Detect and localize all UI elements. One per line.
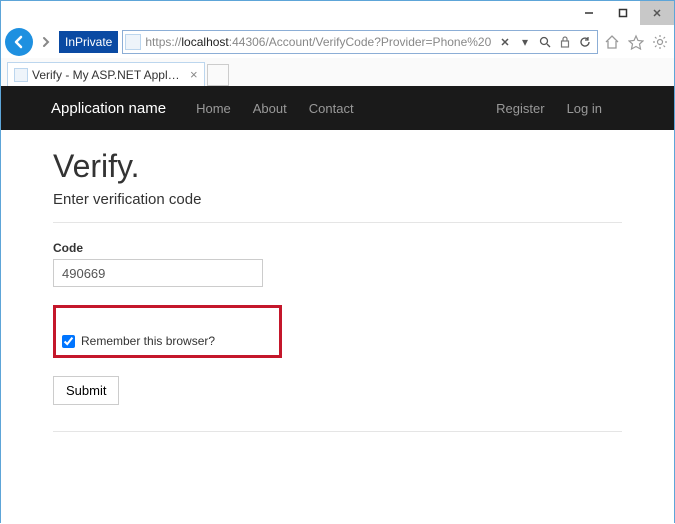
inprivate-badge: InPrivate [59, 31, 118, 53]
main-content: Verify. Enter verification code Code Rem… [1, 130, 674, 450]
settings-icon[interactable] [650, 32, 670, 52]
close-button[interactable] [640, 1, 674, 25]
back-button[interactable] [5, 28, 33, 56]
search-icon[interactable] [535, 36, 555, 48]
tab-title: Verify - My ASP.NET Applic... [32, 68, 182, 82]
refresh-icon[interactable] [575, 36, 595, 48]
window-titlebar [1, 1, 674, 26]
nav-home[interactable]: Home [196, 101, 231, 116]
page-subtitle: Enter verification code [53, 191, 622, 208]
stop-icon[interactable] [495, 37, 515, 47]
app-navbar: Application name Home About Contact Regi… [1, 86, 674, 130]
lock-icon[interactable] [555, 36, 575, 48]
nav-contact[interactable]: Contact [309, 101, 354, 116]
remember-highlight: Remember this browser? [53, 305, 282, 358]
minimize-button[interactable] [572, 1, 606, 25]
tab-close-icon[interactable]: × [190, 67, 198, 82]
tabs-bar: Verify - My ASP.NET Applic... × [1, 58, 674, 86]
remember-checkbox-row[interactable]: Remember this browser? [58, 330, 221, 352]
browser-tab[interactable]: Verify - My ASP.NET Applic... × [7, 62, 205, 86]
remember-checkbox[interactable] [62, 335, 75, 348]
tab-page-icon [14, 68, 28, 82]
divider [53, 222, 622, 223]
remember-label: Remember this browser? [81, 334, 215, 348]
code-input[interactable] [53, 259, 263, 287]
page-content: Application name Home About Contact Regi… [1, 86, 674, 524]
home-icon[interactable] [602, 32, 622, 52]
page-icon [125, 34, 141, 50]
forward-button[interactable] [37, 33, 55, 51]
brand[interactable]: Application name [51, 100, 166, 117]
nav-about[interactable]: About [253, 101, 287, 116]
nav-login[interactable]: Log in [567, 101, 602, 116]
page-title: Verify. [53, 148, 622, 185]
favorites-icon[interactable] [626, 32, 646, 52]
new-tab-button[interactable] [207, 64, 229, 86]
maximize-button[interactable] [606, 1, 640, 25]
code-label: Code [53, 241, 622, 255]
nav-register[interactable]: Register [496, 101, 544, 116]
url-field[interactable]: https://localhost:44306/Account/VerifyCo… [122, 30, 598, 54]
bottom-divider [53, 431, 622, 432]
submit-button[interactable]: Submit [53, 376, 119, 405]
address-bar: InPrivate https://localhost:44306/Accoun… [1, 26, 674, 58]
url-dropdown-icon[interactable]: ▾ [515, 35, 535, 49]
url-text: https://localhost:44306/Account/VerifyCo… [145, 35, 495, 49]
